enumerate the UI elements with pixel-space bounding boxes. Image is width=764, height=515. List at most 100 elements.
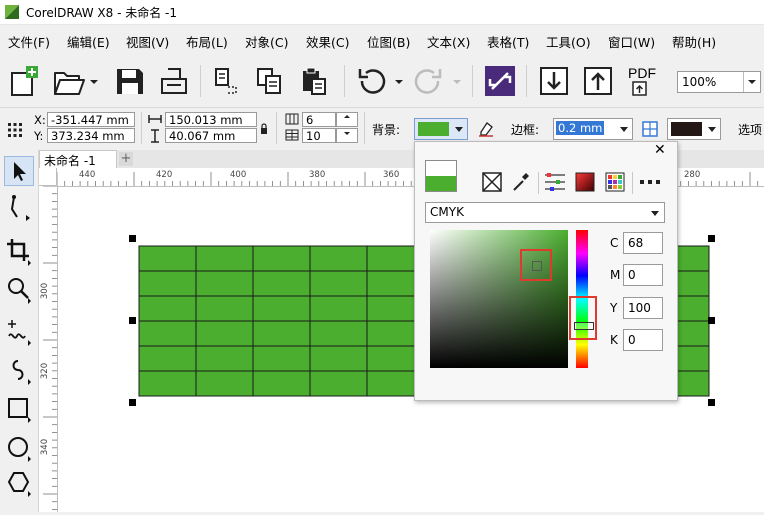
- selection-handle[interactable]: [129, 235, 136, 242]
- close-button[interactable]: ✕: [654, 142, 666, 158]
- color-field-marker[interactable]: [532, 261, 542, 271]
- redo-icon: [414, 69, 461, 94]
- zoom-level-combo[interactable]: 100%: [677, 71, 761, 93]
- columns-spinner[interactable]: [336, 112, 358, 127]
- copy-button[interactable]: [252, 63, 288, 99]
- add-tab-button[interactable]: +: [119, 152, 133, 166]
- ruler-label: 300: [40, 282, 51, 300]
- chevron-down-icon: [748, 80, 756, 84]
- cut-button[interactable]: [208, 63, 244, 99]
- y-label: Y:: [34, 129, 44, 143]
- eyedropper-icon[interactable]: [511, 171, 531, 193]
- y-value-field[interactable]: 100: [623, 297, 663, 319]
- open-button[interactable]: [50, 63, 100, 99]
- selection-handle[interactable]: [129, 399, 136, 406]
- border-width-combo[interactable]: 0.2 mm: [553, 118, 633, 140]
- selection-handle[interactable]: [129, 317, 136, 324]
- m-label: M: [610, 268, 621, 282]
- import-icon: [540, 67, 568, 95]
- new-document-button[interactable]: [6, 63, 42, 99]
- color-sliders-icon[interactable]: [544, 172, 566, 192]
- position-grid-icon[interactable]: [7, 122, 23, 138]
- menu-bar: 文件(F) 编辑(E) 视图(V) 布局(L) 对象(C) 效果(C) 位图(B…: [0, 25, 764, 53]
- selection-handle[interactable]: [708, 317, 715, 324]
- menu-window[interactable]: 窗口(W): [608, 32, 655, 51]
- pick-tool[interactable]: [4, 156, 34, 186]
- ruler-label: 360: [383, 170, 400, 180]
- print-icon: [161, 68, 187, 94]
- tab-label: 未命名 -1: [44, 154, 96, 168]
- zoom-tool[interactable]: [4, 274, 34, 304]
- publish-pdf-button[interactable]: PDF: [624, 63, 660, 99]
- hue-slider-highlight: [569, 296, 597, 340]
- coreldraw-logo-icon: [5, 5, 19, 19]
- no-color-icon[interactable]: [482, 172, 502, 192]
- y-position-field[interactable]: 373.234 mm: [47, 128, 135, 143]
- undo-button[interactable]: [352, 63, 404, 99]
- window-title: CorelDRAW X8 - 未命名 -1: [26, 6, 178, 20]
- options-button[interactable]: 选项: [738, 121, 762, 138]
- menu-object[interactable]: 对象(C): [245, 32, 288, 51]
- c-value-field[interactable]: 68: [623, 232, 663, 254]
- selection-handle[interactable]: [708, 235, 715, 242]
- vertical-ruler[interactable]: 300 320 340: [39, 186, 58, 512]
- pick-tool-icon: [14, 162, 26, 181]
- background-label: 背景:: [372, 123, 401, 137]
- spinner-arrows-icon: [344, 115, 350, 118]
- height-field[interactable]: 40.067 mm: [165, 128, 257, 143]
- ellipse-tool[interactable]: [4, 432, 34, 462]
- menu-table[interactable]: 表格(T): [487, 32, 529, 51]
- menu-edit[interactable]: 编辑(E): [67, 32, 110, 51]
- shape-tool[interactable]: [4, 193, 34, 223]
- ruler-label: 420: [156, 170, 173, 180]
- search-content-button[interactable]: [482, 63, 518, 99]
- rows-field[interactable]: 10: [302, 128, 336, 143]
- width-field[interactable]: 150.013 mm: [165, 112, 257, 127]
- pdf-label: PDF: [628, 65, 656, 81]
- rectangle-tool[interactable]: [4, 393, 34, 423]
- edit-fill-icon[interactable]: [477, 120, 495, 138]
- print-button[interactable]: [156, 63, 192, 99]
- menu-help[interactable]: 帮助(H): [672, 32, 716, 51]
- import-button[interactable]: [536, 63, 572, 99]
- ruler-corner[interactable]: [39, 168, 57, 186]
- menu-text[interactable]: 文本(X): [427, 32, 470, 51]
- menu-bitmaps[interactable]: 位图(B): [367, 32, 410, 51]
- polygon-tool[interactable]: [4, 467, 34, 497]
- export-button[interactable]: [580, 63, 616, 99]
- color-model-select[interactable]: CMYK: [425, 202, 665, 223]
- border-sides-icon[interactable]: [641, 120, 659, 138]
- redo-button[interactable]: [410, 63, 462, 99]
- more-options-icon[interactable]: [639, 178, 661, 186]
- polygon-tool-icon: [7, 472, 31, 497]
- zoom-tool-icon: [8, 278, 31, 304]
- border-color-picker[interactable]: [667, 118, 721, 140]
- columns-field[interactable]: 6: [302, 112, 336, 127]
- open-folder-icon: [54, 72, 98, 95]
- menu-effects[interactable]: 效果(C): [306, 32, 349, 51]
- menu-layout[interactable]: 布局(L): [186, 32, 228, 51]
- x-position-field[interactable]: -351.447 mm: [47, 112, 135, 127]
- tab-document[interactable]: 未命名 -1: [39, 150, 117, 168]
- save-button[interactable]: [112, 63, 148, 99]
- freehand-tool[interactable]: [4, 316, 34, 346]
- color-palette-icon[interactable]: [605, 172, 625, 192]
- menu-file[interactable]: 文件(F): [8, 32, 50, 51]
- menu-tools[interactable]: 工具(O): [546, 32, 591, 51]
- hue-slider-thumb[interactable]: [574, 322, 594, 330]
- color-viewer-icon[interactable]: [575, 172, 595, 192]
- selection-handle[interactable]: [708, 399, 715, 406]
- background-color-picker[interactable]: [414, 118, 468, 140]
- ruler-label: 340: [40, 438, 51, 456]
- lock-ratio-icon[interactable]: [259, 123, 269, 135]
- zoom-dropdown-button[interactable]: [743, 72, 760, 92]
- m-value-field[interactable]: 0: [623, 264, 663, 286]
- k-value-field[interactable]: 0: [623, 329, 663, 351]
- paste-button[interactable]: [296, 63, 332, 99]
- height-icon: [151, 129, 159, 143]
- crop-tool[interactable]: [4, 236, 34, 266]
- menu-view[interactable]: 视图(V): [126, 32, 169, 51]
- artistic-media-tool[interactable]: [4, 355, 34, 385]
- rows-spinner[interactable]: [336, 128, 358, 143]
- chevron-down-icon: [620, 127, 628, 132]
